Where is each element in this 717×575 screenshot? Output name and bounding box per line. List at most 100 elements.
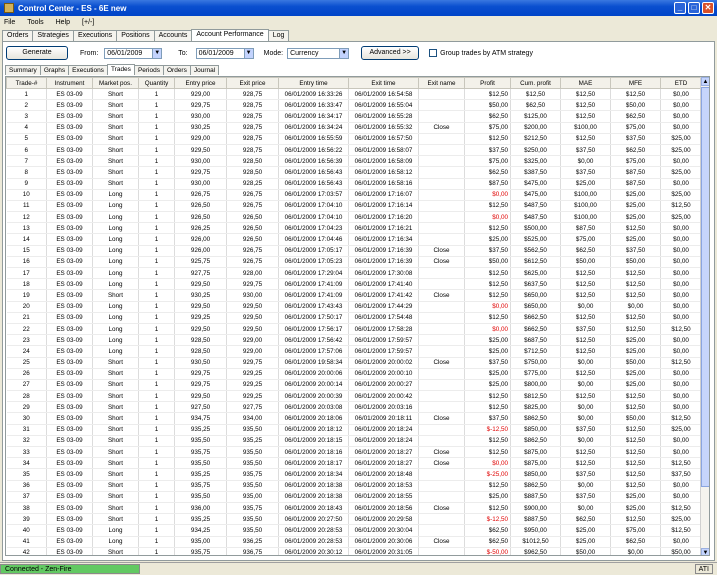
scroll-thumb[interactable] xyxy=(701,87,709,487)
column-header[interactable]: Profit xyxy=(464,77,511,89)
table-row[interactable]: 11 ES 03-09 Long 1 926,50 926,75 06/01/2009 17… xyxy=(6,200,702,213)
close-icon[interactable]: ✕ xyxy=(702,2,714,14)
table-row[interactable]: 22 ES 03-09 Long 1 929,50 929,50 06/01/2009 17… xyxy=(6,323,702,336)
table-row[interactable]: 17 ES 03-09 Long 1 927,75 928,00 06/01/2009 17… xyxy=(6,267,702,280)
table-row[interactable]: 40 ES 03-09 Long 1 934,25 935,50 06/01/2009 20… xyxy=(6,524,702,537)
table-row[interactable]: 27 ES 03-09 Short 1 929,75 929,25 06/01/2009 2… xyxy=(6,379,702,392)
tab-accounts[interactable]: Accounts xyxy=(153,30,193,41)
tab-positions[interactable]: Positions xyxy=(116,30,155,41)
table-row[interactable]: 23 ES 03-09 Long 1 928,50 929,00 06/01/2009 17… xyxy=(6,334,702,347)
table-row[interactable]: 1 ES 03-09 Short 1 929,00 928,75 06/01/2009 16… xyxy=(6,88,702,101)
menu-help[interactable]: Help xyxy=(56,19,70,26)
column-header[interactable]: Exit price xyxy=(226,77,279,89)
table-row[interactable]: 26 ES 03-09 Short 1 929,75 929,25 06/01/2009 2… xyxy=(6,368,702,380)
table-row[interactable]: 7 ES 03-09 Short 1 930,00 928,50 06/01/2009 16… xyxy=(6,155,702,168)
table-row[interactable]: 42 ES 03-09 Short 1 935,75 936,75 06/01/2009 2… xyxy=(6,547,702,555)
column-header[interactable]: ETD xyxy=(660,77,702,89)
table-row[interactable]: 16 ES 03-09 Long 1 925,75 926,75 06/01/2009 17… xyxy=(6,256,702,269)
table-cell xyxy=(418,480,465,492)
subtab-summary[interactable]: Summary xyxy=(5,65,41,75)
column-header[interactable]: Market pos. xyxy=(92,77,139,89)
table-row[interactable]: 25 ES 03-09 Short 1 930,50 929,75 06/01/2009 1… xyxy=(6,357,702,369)
table-row[interactable]: 36 ES 03-09 Short 1 935,75 935,50 06/01/2009 2… xyxy=(6,480,702,492)
mode-select[interactable]: Currency ▼ xyxy=(287,47,350,59)
table-row[interactable]: 28 ES 03-09 Short 1 929,50 929,25 06/01/2009 2… xyxy=(6,390,702,403)
table-cell: ES 03-09 xyxy=(46,245,93,257)
table-row[interactable]: 3 ES 03-09 Short 1 930,00 928,75 06/01/2009 16… xyxy=(6,110,702,123)
column-header[interactable]: Exit name xyxy=(418,77,465,89)
table-row[interactable]: 15 ES 03-09 Long 1 926,00 926,75 06/01/2009 17… xyxy=(6,245,702,257)
table-row[interactable]: 13 ES 03-09 Long 1 926,25 926,50 06/01/2009 17… xyxy=(6,222,702,235)
subtab-periods[interactable]: Periods xyxy=(133,65,164,75)
column-header[interactable]: Trade-# xyxy=(6,77,47,89)
table-cell: 06/01/2009 20:00:42 xyxy=(348,390,419,403)
table-row[interactable]: 33 ES 03-09 Short 1 935,75 935,50 06/01/2009 2… xyxy=(6,446,702,459)
table-row[interactable]: 35 ES 03-09 Short 1 935,25 935,75 06/01/2009 2… xyxy=(6,468,702,481)
table-row[interactable]: 10 ES 03-09 Long 1 926,75 926,75 06/01/2009 17… xyxy=(6,189,702,201)
table-cell xyxy=(418,144,465,157)
table-row[interactable]: 21 ES 03-09 Long 1 929,25 929,50 06/01/2009 17… xyxy=(6,312,702,324)
group-trades-option[interactable]: Group trades by ATM strategy xyxy=(429,49,533,57)
column-header[interactable]: MFE xyxy=(610,77,661,89)
menu-toggle[interactable]: [+/-] xyxy=(82,19,94,26)
table-row[interactable]: 31 ES 03-09 Short 1 935,25 935,50 06/01/2009 2… xyxy=(6,424,702,436)
table-row[interactable]: 24 ES 03-09 Long 1 928,50 929,00 06/01/2009 17… xyxy=(6,345,702,358)
column-header[interactable]: Exit time xyxy=(348,77,419,89)
table-cell: 927,75 xyxy=(174,267,227,280)
subtab-orders[interactable]: Orders xyxy=(162,65,191,75)
subtab-graphs[interactable]: Graphs xyxy=(39,65,70,75)
subtab-trades[interactable]: Trades xyxy=(106,64,135,74)
table-row[interactable]: 38 ES 03-09 Short 1 936,00 935,75 06/01/2009 2… xyxy=(6,502,702,515)
subtab-executions[interactable]: Executions xyxy=(68,65,108,75)
tab-executions[interactable]: Executions xyxy=(72,30,118,41)
generate-button[interactable]: Generate xyxy=(6,46,68,60)
minimize-icon[interactable]: _ xyxy=(674,2,686,14)
menu-tools[interactable]: Tools xyxy=(27,19,43,26)
table-row[interactable]: 6 ES 03-09 Short 1 929,50 928,75 06/01/2009 16… xyxy=(6,144,702,157)
table-row[interactable]: 19 ES 03-09 Short 1 930,25 930,00 06/01/2009 1… xyxy=(6,289,702,302)
table-row[interactable]: 4 ES 03-09 Short 1 930,25 928,75 06/01/2009 16… xyxy=(6,122,702,134)
subtab-journal[interactable]: Journal xyxy=(189,65,220,75)
column-header[interactable]: MAE xyxy=(560,77,611,89)
table-row[interactable]: 2 ES 03-09 Short 1 929,75 928,75 06/01/2009 16… xyxy=(6,99,702,112)
tab-log[interactable]: Log xyxy=(267,30,290,41)
column-header[interactable]: Entry time xyxy=(278,77,349,89)
table-row[interactable]: 37 ES 03-09 Short 1 935,50 935,00 06/01/2009 2… xyxy=(6,491,702,503)
menu-file[interactable]: File xyxy=(4,19,15,26)
tab-strategies[interactable]: Strategies xyxy=(32,30,74,41)
table-row[interactable]: 34 ES 03-09 Short 1 935,50 935,50 06/01/2009 2… xyxy=(6,457,702,470)
scroll-up-icon[interactable]: ▲ xyxy=(701,77,709,86)
table-row[interactable]: 30 ES 03-09 Short 1 934,75 934,00 06/01/2009 2… xyxy=(6,412,702,425)
tab-account-performance[interactable]: Account Performance xyxy=(191,29,269,41)
table-row[interactable]: 12 ES 03-09 Long 1 926,50 926,50 06/01/2009 17… xyxy=(6,211,702,224)
chevron-down-icon[interactable]: ▼ xyxy=(152,48,162,58)
advanced-button[interactable]: Advanced >> xyxy=(361,46,420,60)
table-row[interactable]: 18 ES 03-09 Long 1 929,50 929,75 06/01/2009 17… xyxy=(6,278,702,291)
table-cell xyxy=(418,390,465,403)
column-header[interactable]: Cum. profit xyxy=(510,77,561,89)
tab-orders[interactable]: Orders xyxy=(2,30,34,41)
from-date-input[interactable]: 06/01/2009 ▼ xyxy=(104,47,163,59)
column-header[interactable]: Entry price xyxy=(174,77,227,89)
column-header[interactable]: Instrument xyxy=(46,77,93,89)
chevron-down-icon[interactable]: ▼ xyxy=(339,48,349,58)
table-row[interactable]: 29 ES 03-09 Short 1 927,50 927,75 06/01/2009 2… xyxy=(6,401,702,414)
vertical-scrollbar[interactable]: ▲ ▼ xyxy=(700,77,709,555)
group-trades-checkbox[interactable] xyxy=(429,49,438,57)
table-cell: $0,00 xyxy=(660,390,702,403)
to-date-input[interactable]: 06/01/2009 ▼ xyxy=(195,47,254,59)
scroll-down-icon[interactable]: ▼ xyxy=(701,548,709,555)
maximize-icon[interactable]: □ xyxy=(688,2,700,14)
table-row[interactable]: 41 ES 03-09 Long 1 935,00 936,25 06/01/2009 20… xyxy=(6,536,702,548)
table-row[interactable]: 32 ES 03-09 Short 1 935,50 935,25 06/01/2009 2… xyxy=(6,435,702,448)
table-row[interactable]: 9 ES 03-09 Short 1 930,00 928,25 06/01/2009 16… xyxy=(6,178,702,190)
table-cell: ES 03-09 xyxy=(46,536,93,548)
table-row[interactable]: 8 ES 03-09 Short 1 929,75 928,50 06/01/2009 16… xyxy=(6,166,702,179)
chevron-down-icon[interactable]: ▼ xyxy=(243,48,253,58)
table-row[interactable]: 20 ES 03-09 Long 1 929,50 929,50 06/01/2009 17… xyxy=(6,301,702,313)
table-cell: 935,00 xyxy=(226,491,279,503)
table-row[interactable]: 14 ES 03-09 Long 1 926,00 926,50 06/01/2009 17… xyxy=(6,233,702,246)
table-row[interactable]: 39 ES 03-09 Short 1 935,25 935,50 06/01/2009 2… xyxy=(6,513,702,526)
table-row[interactable]: 5 ES 03-09 Short 1 929,00 928,75 06/01/2009 16… xyxy=(6,133,702,145)
column-header[interactable]: Quantity xyxy=(138,77,175,89)
